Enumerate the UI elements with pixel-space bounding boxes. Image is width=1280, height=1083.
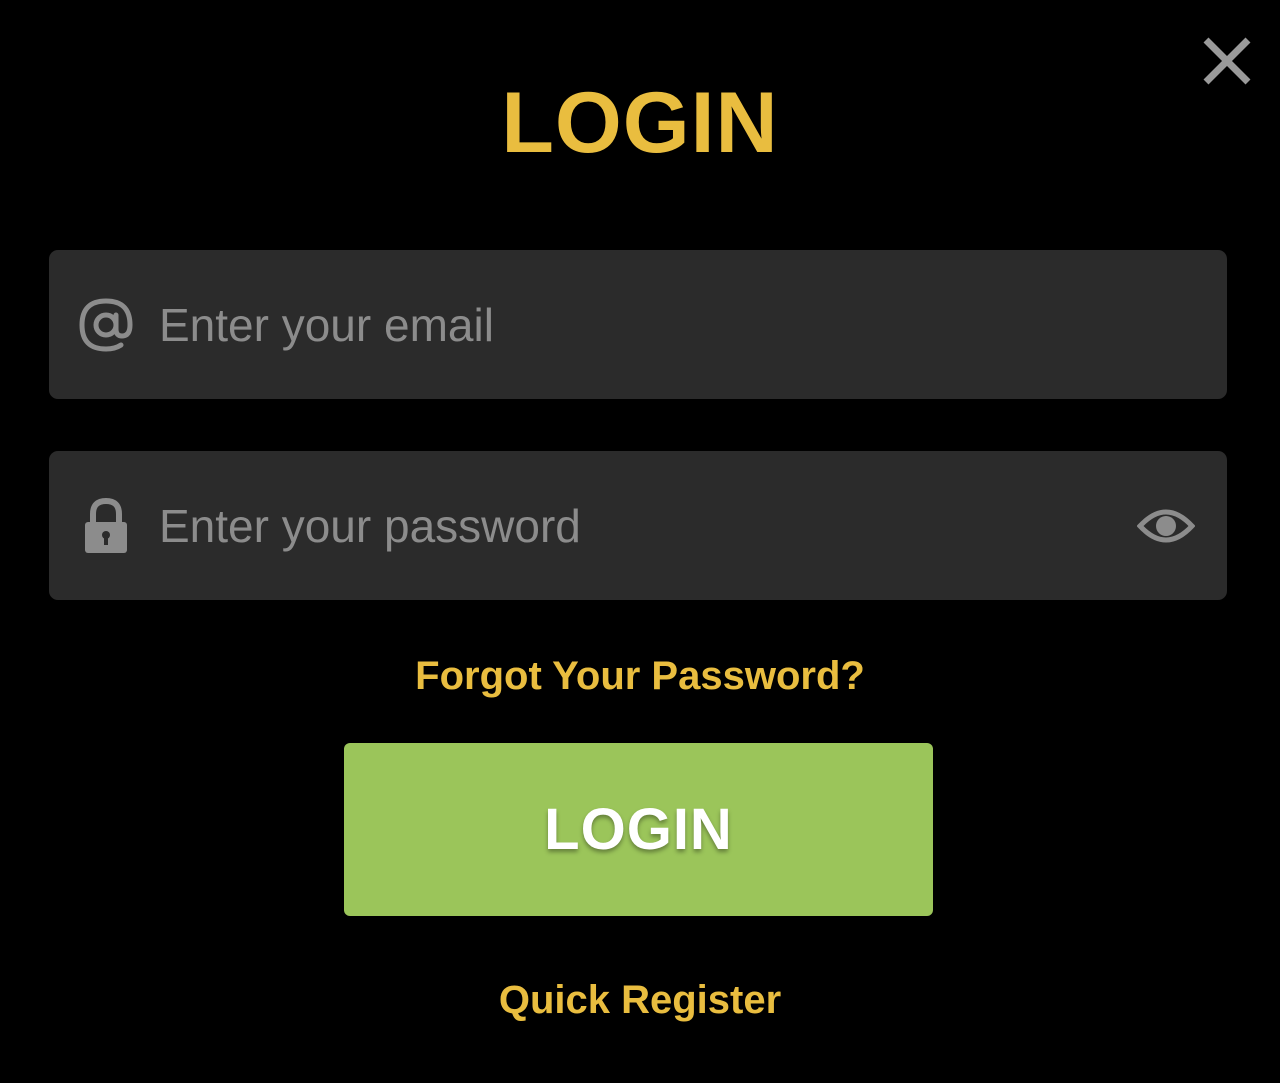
password-input[interactable]	[159, 451, 1099, 600]
password-field-container[interactable]	[49, 451, 1227, 600]
eye-icon	[1137, 509, 1195, 542]
at-sign-icon	[77, 250, 135, 399]
email-field-container[interactable]	[49, 250, 1227, 399]
forgot-password-link[interactable]: Forgot Your Password?	[0, 648, 1280, 704]
quick-register-link[interactable]: Quick Register	[0, 972, 1280, 1028]
email-input[interactable]	[159, 250, 1099, 399]
lock-icon	[77, 451, 135, 600]
login-button-label: LOGIN	[544, 797, 733, 862]
login-button[interactable]: LOGIN	[344, 743, 933, 916]
page-title: LOGIN	[501, 75, 779, 171]
show-password-toggle[interactable]	[1135, 451, 1197, 600]
